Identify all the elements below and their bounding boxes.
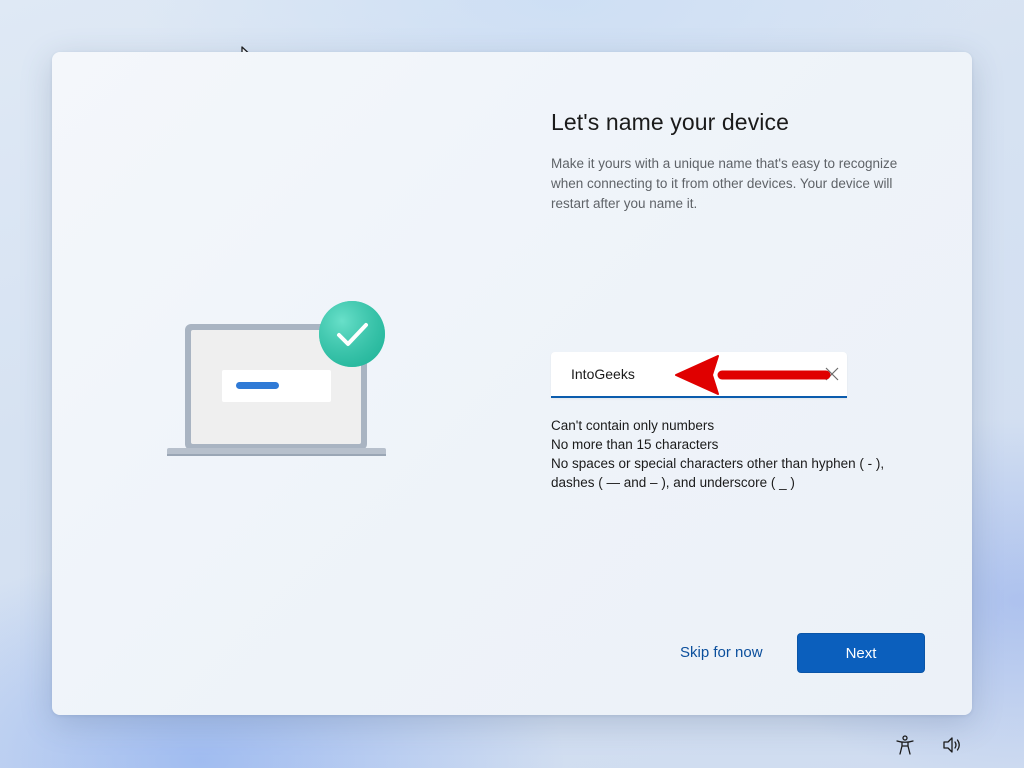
rule-item: dashes ( — and – ), and underscore ( _ ) xyxy=(551,475,795,490)
page-title: Let's name your device xyxy=(551,109,789,135)
rule-item: Can't contain only numbers xyxy=(551,418,715,433)
device-name-input[interactable] xyxy=(551,352,811,396)
accessibility-icon[interactable] xyxy=(894,734,916,756)
rule-item: No spaces or special characters other th… xyxy=(551,456,885,471)
page-description: Make it yours with a unique name that's … xyxy=(551,156,898,211)
device-name-field[interactable] xyxy=(551,352,847,398)
volume-icon[interactable] xyxy=(941,734,963,756)
laptop-illustration xyxy=(167,301,386,456)
setup-dialog: Let's name your device Make it yours wit… xyxy=(52,52,972,715)
rule-item: No more than 15 characters xyxy=(551,437,719,452)
close-icon[interactable] xyxy=(823,365,841,383)
next-button[interactable]: Next xyxy=(797,633,925,673)
skip-for-now-link[interactable]: Skip for now xyxy=(680,644,763,661)
naming-rules: Can't contain only numbers No more than … xyxy=(551,416,911,492)
